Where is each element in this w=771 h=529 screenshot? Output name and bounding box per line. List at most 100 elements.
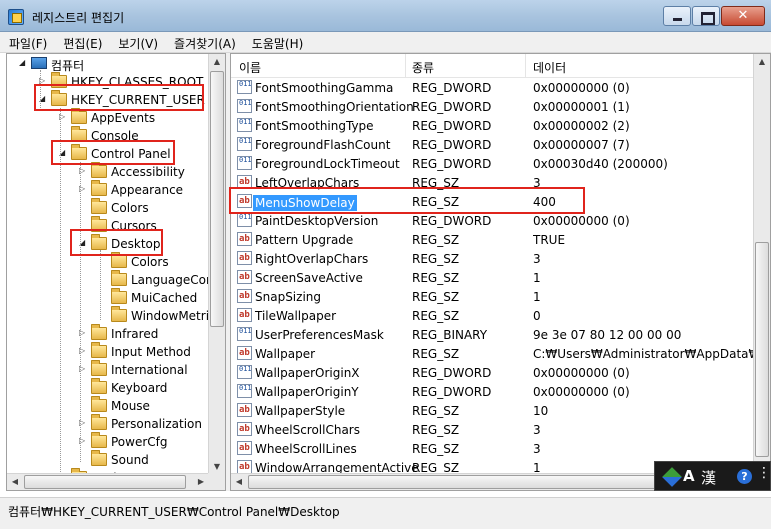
registry-value-row[interactable]: ab WallpaperStyle REG_SZ 10 [231,401,755,420]
tree-item[interactable]: Colors [7,198,207,217]
minimize-button[interactable] [663,6,691,26]
value-data: 0x00000000 (0) [533,81,630,95]
value-name: Wallpaper [255,347,316,361]
value-type: REG_SZ [412,404,460,418]
registry-value-row[interactable]: ab Pattern Upgrade REG_SZ TRUE [231,230,755,249]
registry-value-row[interactable]: ab ScreenSaveActive REG_SZ 1 [231,268,755,287]
value-type: REG_DWORD [412,100,492,114]
registry-value-row[interactable]: ab SnapSizing REG_SZ 1 [231,287,755,306]
folder-icon [91,324,107,340]
scroll-right-arrow-icon[interactable]: ▶ [193,474,209,490]
tree-item[interactable]: MuiCached [7,288,207,307]
maximize-button[interactable] [692,6,720,26]
column-header-type[interactable]: 종류 [412,59,434,76]
registry-key-tree[interactable]: EnvironmentSound▷PowerCfg▷Personalizatio… [6,53,226,491]
title-bar[interactable]: 레지스트리 편집기 [0,0,771,32]
regedit-app-icon[interactable] [8,9,24,25]
list-vertical-scrollbar[interactable]: ▲ ▼ [753,54,770,475]
close-button[interactable] [721,6,765,26]
tree-horizontal-scrollbar[interactable]: ◀ ▶ [7,473,209,490]
ime-language-bar[interactable]: A 漢 ? ⋮ [654,461,771,491]
tree-hscroll-thumb[interactable] [24,475,186,489]
value-type: REG_SZ [412,233,460,247]
scroll-up-arrow-icon[interactable]: ▲ [209,54,225,70]
tree-item[interactable]: ▷ Appearance [7,180,207,199]
tree-item[interactable]: WindowMetrics [7,306,222,325]
scroll-left-arrow-icon[interactable]: ◀ [7,474,23,490]
highlight-box-control-panel [51,140,175,165]
tree-item-label: Accessibility [111,165,185,179]
registry-value-row[interactable]: 011 110FontSmoothingOrientationREG_DWORD… [231,97,755,116]
column-header-name[interactable]: 이름 [239,59,261,76]
tree-item[interactable]: Mouse [7,396,207,415]
scroll-up-arrow-icon[interactable]: ▲ [754,54,770,70]
list-scroll-thumb[interactable] [755,242,769,457]
registry-value-row[interactable]: 011 110WallpaperOriginY REG_DWORD 0x000000… [231,382,755,401]
tree-item[interactable]: Sound [7,450,207,469]
tree-item-label: MuiCached [131,291,198,305]
value-data: C:₩Users₩Administrator₩AppData₩Roaming [533,347,753,361]
registry-value-row[interactable]: 011 110FontSmoothingGamma REG_DWORD 0x0000… [231,78,755,97]
tree-item[interactable]: ▷ Input Method [7,342,207,361]
registry-value-row[interactable]: ab WheelScrollChars REG_SZ 3 [231,420,755,439]
tree-item[interactable]: ▷ International [7,360,207,379]
folder-icon [111,306,127,322]
folder-icon [91,198,107,214]
column-separator[interactable] [405,54,406,78]
tree-item-label: Keyboard [111,381,168,395]
registry-value-row[interactable]: ab Wallpaper REG_SZ C:₩Users₩Administrator₩… [231,344,755,363]
registry-value-row[interactable]: ab WheelScrollLines REG_SZ 3 [231,439,755,458]
tree-item[interactable]: ▷ AppEvents [7,108,207,127]
reg-sz-icon: ab [237,232,252,246]
menu-help[interactable]: 도움말(H) [243,32,311,52]
registry-value-row[interactable]: ab TileWallpaper REG_SZ 0 [231,306,755,325]
tree-item[interactable]: ▷ PowerCfg [7,432,207,451]
tree-item[interactable]: ▷ Accessibility [7,162,207,181]
tree-item-label: Personalization [111,417,202,431]
ime-hanja-button[interactable]: 漢 [701,467,716,488]
tree-item-label: Input Method [111,345,191,359]
registry-value-row[interactable]: ab RightOverlapChars REG_SZ 3 [231,249,755,268]
tree-item[interactable]: ◢ 컴퓨터 [7,55,207,73]
column-header-row: 이름 종류 데이터 [231,54,755,78]
folder-icon [91,396,107,412]
folder-icon [91,360,107,376]
tree-item[interactable]: Keyboard [7,378,207,397]
registry-value-row[interactable]: 011 110ForegroundFlashCount REG_DWORD 0x00… [231,135,755,154]
value-data: 0 [533,309,541,323]
menu-favorites[interactable]: 즐겨찾기(A) [165,32,243,52]
ime-mode-indicator[interactable]: A [683,467,695,485]
tree-item[interactable]: LanguageConfiguration [7,270,225,289]
value-name: PaintDesktopVersion [255,214,379,228]
column-separator[interactable] [525,54,526,78]
value-type: REG_SZ [412,423,460,437]
value-name: ForegroundLockTimeout [255,157,400,171]
value-data: 1 [533,271,541,285]
value-data: 0x00000002 (2) [533,119,630,133]
tree-scroll-thumb[interactable] [210,71,224,327]
tree-item[interactable]: ▷ Infrared [7,324,207,343]
scroll-left-arrow-icon[interactable]: ◀ [231,474,247,490]
ime-logo-icon[interactable] [662,467,682,487]
tree-item-label: Mouse [111,399,150,413]
column-header-data[interactable]: 데이터 [533,59,566,76]
menu-file[interactable]: 파일(F) [0,32,54,52]
registry-value-row[interactable]: 011 110WallpaperOriginX REG_DWORD 0x000000… [231,363,755,382]
tree-vertical-scrollbar[interactable]: ▲ ▼ [208,54,225,475]
registry-values-list[interactable]: 이름 종류 데이터 ab WindowArrangementActive REG_S… [230,53,771,491]
registry-value-row[interactable]: 011 110UserPreferencesMask REG_BINARY 9e 3… [231,325,755,344]
value-name: WallpaperOriginX [255,366,360,380]
registry-value-row[interactable]: 011 110FontSmoothingType REG_DWORD 0x00000… [231,116,755,135]
tree-item[interactable]: ▷ Personalization [7,414,207,433]
menu-view[interactable]: 보기(V) [109,32,165,52]
value-data: 3 [533,442,541,456]
list-hscroll-thumb[interactable] [248,475,668,489]
value-type: REG_SZ [412,442,460,456]
ime-options-icon[interactable]: ⋮ [757,465,771,481]
menu-edit[interactable]: 편집(E) [54,32,109,52]
ime-help-icon[interactable]: ? [737,469,752,484]
value-data: 0x00000001 (1) [533,100,630,114]
registry-value-row[interactable]: 011 110ForegroundLockTimeout REG_DWORD 0x0… [231,154,755,173]
collapse-triangle-icon[interactable]: ◢ [19,59,27,67]
reg-dword-icon: 011 110 [237,99,252,113]
